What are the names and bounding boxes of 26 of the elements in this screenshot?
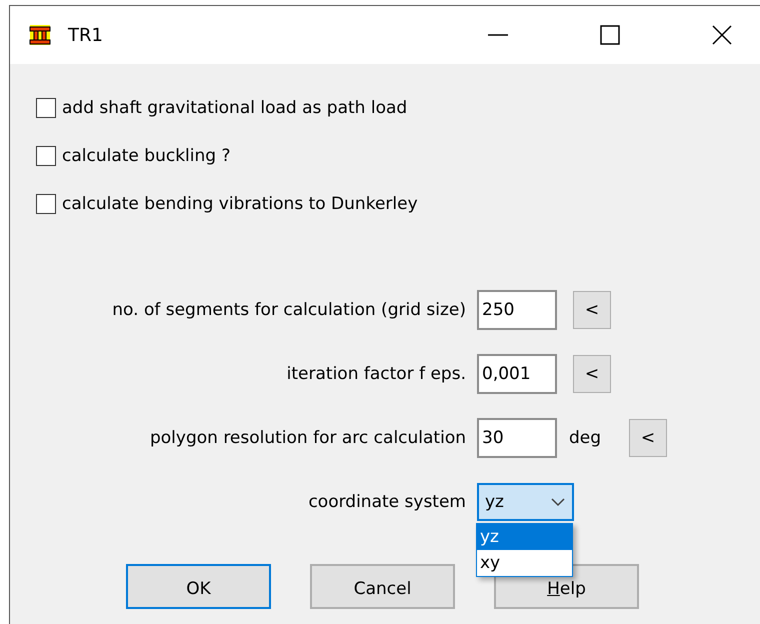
reset-button[interactable]: < — [629, 419, 667, 457]
app-icon — [28, 23, 52, 47]
close-icon[interactable] — [710, 23, 734, 47]
dialog-button[interactable]: OK — [126, 564, 271, 609]
checkbox[interactable] — [36, 146, 56, 166]
input-field[interactable]: 250 — [477, 290, 557, 330]
checkbox-label: add shaft gravitational load as path load — [62, 98, 408, 118]
field-label: coordinate system — [307, 492, 466, 512]
unit-label: deg — [569, 428, 602, 448]
checkbox-label: calculate buckling ? — [62, 146, 230, 166]
checkbox-label: calculate bending vibrations to Dunkerley — [62, 194, 418, 214]
reset-button[interactable]: < — [573, 291, 611, 329]
reset-button[interactable]: < — [573, 355, 611, 393]
chevron-down-icon — [550, 497, 566, 507]
field-label: iteration factor f eps. — [286, 364, 466, 384]
dialog-button[interactable]: Cancel — [310, 564, 455, 609]
dropdown-option[interactable]: yz — [477, 524, 572, 550]
input-field[interactable]: 30 — [477, 418, 557, 458]
maximize-icon[interactable] — [598, 23, 622, 47]
checkbox[interactable] — [36, 98, 56, 118]
field-label: polygon resolution for arc calculation — [148, 428, 466, 448]
window-title: TR1 — [68, 24, 103, 46]
dropdown[interactable]: yz — [477, 483, 574, 521]
input-field[interactable]: 0,001 — [477, 354, 557, 394]
field-label: no. of segments for calculation (grid size) — [111, 300, 466, 320]
checkbox[interactable] — [36, 194, 56, 214]
